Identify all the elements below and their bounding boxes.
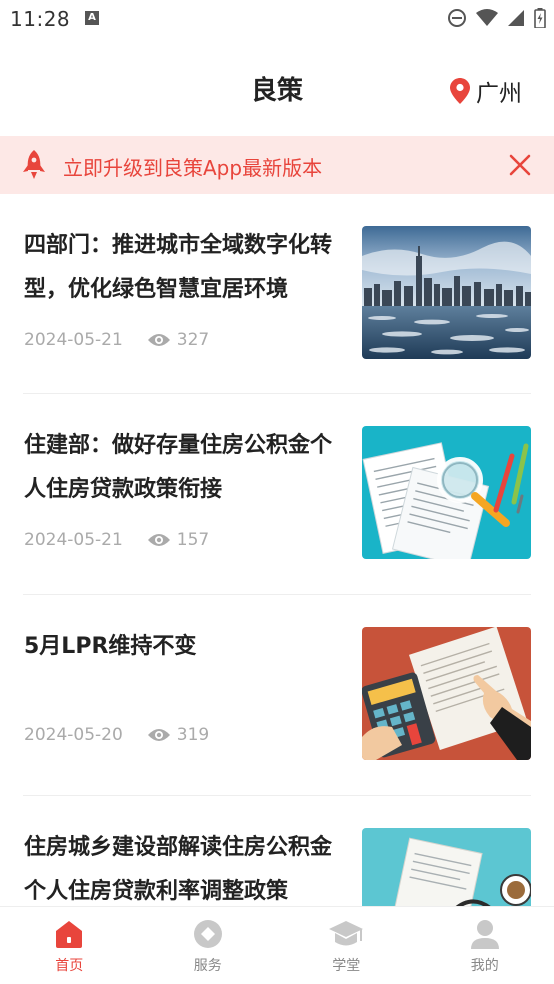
news-date: 2024-05-21: [24, 330, 123, 350]
tab-home[interactable]: 首页: [0, 907, 139, 984]
eye-icon: [147, 534, 170, 546]
eye-icon: [147, 729, 170, 741]
bottom-tab-bar: 首页 服务 学堂 我的: [0, 906, 554, 984]
status-icons: [447, 8, 546, 28]
tab-profile[interactable]: 我的: [416, 907, 554, 984]
news-views: 327: [176, 330, 210, 350]
tab-service[interactable]: 服务: [139, 907, 278, 984]
tab-label: 我的: [470, 958, 499, 974]
do-not-disturb-icon: [448, 9, 466, 27]
rocket-icon: [23, 150, 45, 179]
news-thumbnail-calculator-hand: [362, 627, 531, 760]
news-title: 5月LPR维持不变: [24, 634, 197, 659]
news-meta: 2024-05-20 319: [24, 725, 209, 745]
news-item[interactable]: 5月LPR维持不变 2024-05-20 319: [23, 595, 531, 796]
close-icon[interactable]: [508, 153, 532, 177]
home-icon: [56, 921, 83, 948]
news-item[interactable]: 住建部：做好存量住房公积金个人住房贷款政策衔接 2024-05-21 157: [23, 394, 531, 595]
location-pin-icon: [450, 78, 470, 104]
battery-icon: [534, 8, 546, 28]
eye-icon: [147, 334, 170, 346]
upgrade-banner[interactable]: 立即升级到良策App最新版本: [0, 136, 554, 194]
news-title: 住房城乡建设部解读住房公积金个人住房贷款利率调整政策: [24, 835, 333, 904]
news-date: 2024-05-20: [24, 725, 123, 745]
service-icon: [193, 920, 222, 948]
city-selector[interactable]: 广州: [450, 74, 522, 108]
news-title: 住建部：做好存量住房公积金个人住房贷款政策衔接: [24, 433, 333, 502]
news-views: 157: [176, 530, 210, 550]
status-bar: 11:28 A: [0, 0, 554, 36]
tab-school[interactable]: 学堂: [277, 907, 416, 984]
notification-icon: A: [85, 11, 99, 25]
status-time: 11:28: [10, 7, 71, 31]
news-title: 四部门：推进城市全域数字化转型，优化绿色智慧宜居环境: [24, 233, 333, 302]
wifi-icon: [476, 9, 498, 26]
tab-label: 服务: [193, 958, 222, 974]
cell-signal-icon: [508, 10, 524, 26]
news-thumbnail-city-skyline: [362, 226, 531, 359]
news-meta: 2024-05-21 157: [24, 530, 209, 550]
app-screen: 11:28 A 良策 广州 立即升级到良策App最新版本 四部门：推进城市全域数…: [0, 0, 554, 984]
user-icon: [470, 920, 499, 949]
tab-label: 首页: [55, 958, 84, 974]
news-date: 2024-05-21: [24, 530, 123, 550]
news-list: 四部门：推进城市全域数字化转型，优化绿色智慧宜居环境 2024-05-21 32…: [0, 194, 554, 984]
news-views: 319: [176, 725, 210, 745]
news-thumbnail-documents-magnifier: [362, 426, 531, 559]
banner-text: 立即升级到良策App最新版本: [63, 156, 323, 180]
news-item[interactable]: 四部门：推进城市全域数字化转型，优化绿色智慧宜居环境 2024-05-21 32…: [23, 194, 531, 394]
city-label: 广州: [476, 81, 522, 107]
app-header: 良策 广州: [0, 36, 554, 136]
news-meta: 2024-05-21 327: [24, 330, 209, 350]
graduation-cap-icon: [329, 921, 364, 946]
tab-label: 学堂: [332, 958, 361, 974]
